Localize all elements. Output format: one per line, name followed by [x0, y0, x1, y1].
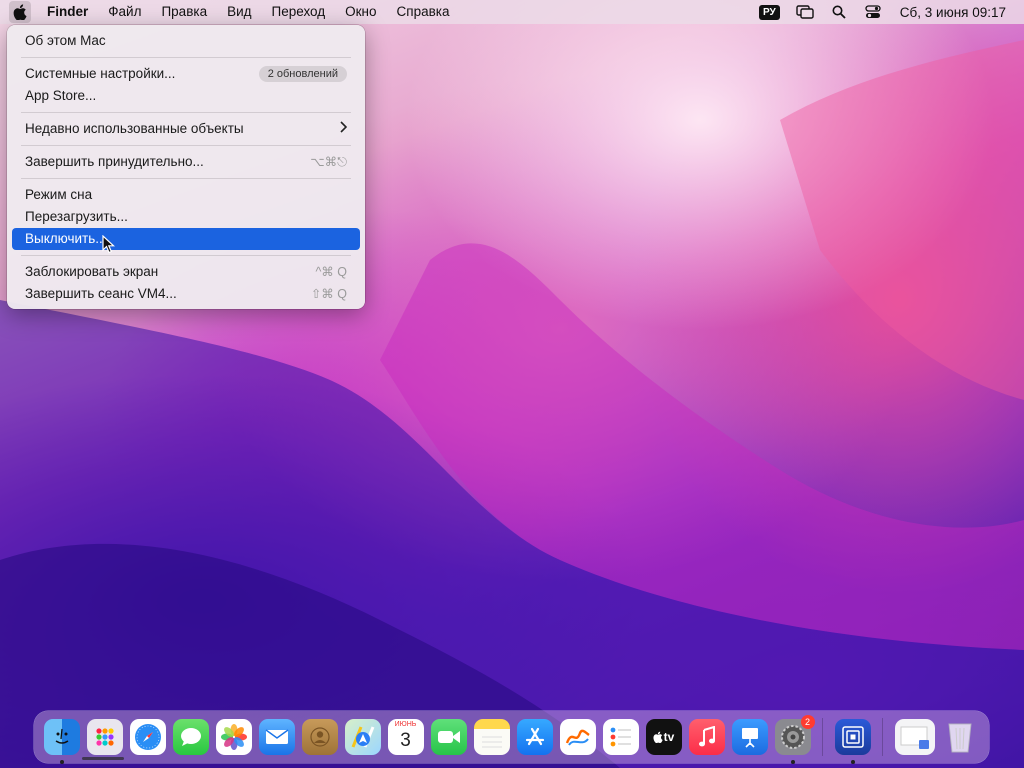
control-center-icon[interactable]: [862, 3, 884, 21]
chevron-right-icon: [339, 118, 348, 140]
sleep-item[interactable]: Режим сна: [12, 184, 360, 206]
screen-sharing-icon[interactable]: [834, 719, 871, 764]
downloads-stack-icon[interactable]: [894, 719, 935, 755]
recent-items-label: Недавно использованные объекты: [25, 121, 244, 136]
app-store-label: App Store...: [25, 88, 97, 103]
app-store-icon[interactable]: [516, 719, 553, 755]
spotlight-search-icon[interactable]: [828, 3, 850, 21]
dock-separator: [822, 718, 823, 756]
menu-separator: [21, 255, 351, 256]
dock-separator: [882, 718, 883, 756]
lock-screen-item[interactable]: Заблокировать экран ^⌘ Q: [12, 261, 360, 283]
menu-bar-clock[interactable]: Сб, 3 июня 09:17: [900, 5, 1006, 20]
mail-icon[interactable]: [258, 719, 295, 755]
calendar-month: ИЮНЬ: [394, 721, 417, 728]
facetime-icon[interactable]: [430, 719, 467, 755]
keynote-icon[interactable]: [731, 719, 768, 755]
about-this-mac-item[interactable]: Об этом Mac: [12, 30, 360, 52]
force-quit-item[interactable]: Завершить принудительно... ⌥⌘⎋: [12, 151, 360, 173]
messages-icon[interactable]: [172, 719, 209, 755]
restart-label: Перезагрузить...: [25, 209, 128, 224]
apple-tv-label: tv: [663, 730, 675, 744]
menu-app-name[interactable]: Finder: [37, 0, 98, 24]
menu-view[interactable]: Вид: [217, 0, 261, 24]
about-this-mac-label: Об этом Mac: [25, 33, 106, 48]
safari-icon[interactable]: [129, 719, 166, 755]
menu-separator: [21, 145, 351, 146]
launchpad-icon[interactable]: [86, 719, 123, 755]
log-out-label: Завершить сеанс VM4...: [25, 286, 177, 301]
updates-badge: 2 обновлений: [258, 66, 347, 82]
shutdown-item[interactable]: Выключить...: [12, 228, 360, 250]
menu-edit[interactable]: Правка: [151, 0, 217, 24]
shutdown-label: Выключить...: [25, 231, 107, 246]
system-settings-icon[interactable]: 2: [774, 715, 815, 764]
dock-indicator-bar: [82, 757, 124, 760]
force-quit-shortcut: ⌥⌘⎋: [310, 155, 347, 169]
maps-icon[interactable]: [344, 719, 381, 755]
calendar-day: 3: [400, 730, 411, 751]
finder-icon[interactable]: [43, 719, 80, 764]
freeform-icon[interactable]: [559, 719, 596, 755]
running-indicator: [850, 760, 855, 764]
menu-file[interactable]: Файл: [98, 0, 151, 24]
force-quit-label: Завершить принудительно...: [25, 154, 204, 169]
running-indicator: [790, 760, 795, 764]
calendar-icon[interactable]: ИЮНЬ 3: [387, 719, 424, 755]
apple-menu-icon[interactable]: [9, 1, 31, 23]
screen-mirroring-icon[interactable]: [794, 3, 816, 21]
mouse-cursor-icon: [102, 235, 116, 254]
app-store-item[interactable]: App Store...: [12, 85, 360, 107]
lock-screen-label: Заблокировать экран: [25, 264, 159, 279]
reminders-icon[interactable]: [602, 719, 639, 755]
log-out-item[interactable]: Завершить сеанс VM4... ⇧⌘ Q: [12, 283, 360, 305]
apple-tv-icon[interactable]: tv: [645, 719, 682, 755]
notes-icon[interactable]: [473, 719, 510, 755]
notification-badge: 2: [800, 715, 815, 729]
running-indicator: [59, 760, 64, 764]
photos-icon[interactable]: [215, 719, 252, 755]
system-settings-label: Системные настройки...: [25, 66, 176, 81]
restart-item[interactable]: Перезагрузить...: [12, 206, 360, 228]
music-icon[interactable]: [688, 719, 725, 755]
system-settings-item[interactable]: Системные настройки... 2 обновлений: [12, 63, 360, 85]
dock: ИЮНЬ 3 tv 2: [34, 711, 989, 764]
input-source-indicator[interactable]: РУ: [759, 4, 780, 20]
menu-go[interactable]: Переход: [262, 0, 336, 24]
trash-icon[interactable]: [942, 719, 978, 755]
log-out-shortcut: ⇧⌘ Q: [310, 287, 347, 301]
menu-help[interactable]: Справка: [387, 0, 460, 24]
menu-bar: Finder Файл Правка Вид Переход Окно Спра…: [0, 0, 1024, 24]
menu-separator: [21, 57, 351, 58]
apple-menu-dropdown: Об этом Mac Системные настройки... 2 обн…: [7, 25, 365, 309]
lock-screen-shortcut: ^⌘ Q: [315, 265, 347, 279]
menu-separator: [21, 112, 351, 113]
menu-window[interactable]: Окно: [335, 0, 386, 24]
contacts-icon[interactable]: [301, 719, 338, 755]
recent-items-item[interactable]: Недавно использованные объекты: [12, 118, 360, 140]
sleep-label: Режим сна: [25, 187, 93, 202]
menu-separator: [21, 178, 351, 179]
